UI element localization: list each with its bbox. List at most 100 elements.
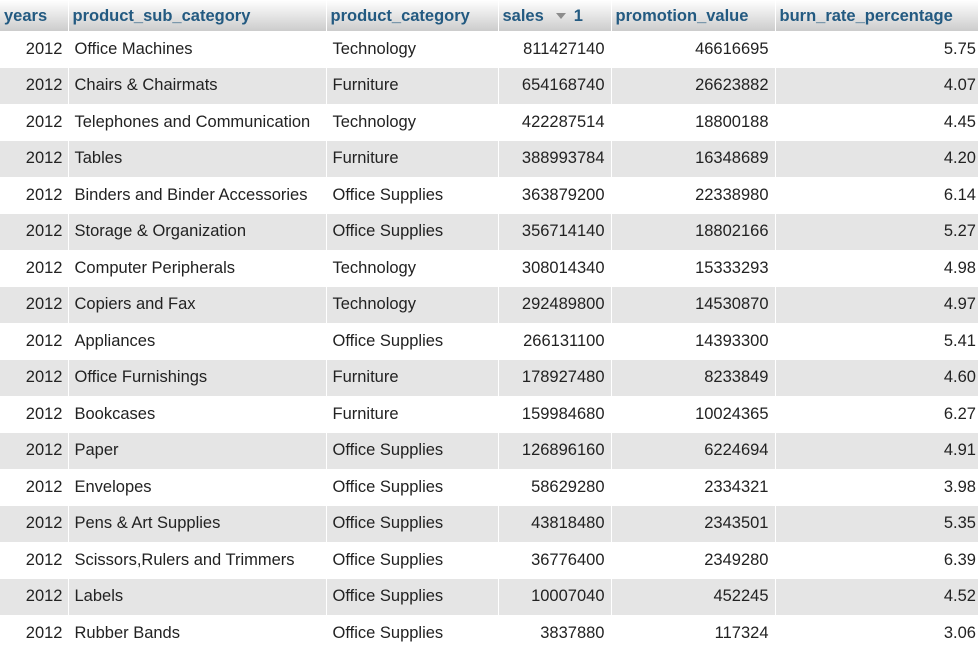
cell-years: 2012	[0, 140, 69, 177]
cell-sales: 126896160	[498, 432, 612, 469]
cell-sales: 266131100	[498, 323, 612, 360]
cell-product-category: Technology	[326, 286, 499, 323]
cell-sales: 10007040	[498, 578, 612, 615]
table-row[interactable]: 2012 Paper Office Supplies 126896160 6224694…	[0, 432, 978, 469]
cell-burn-rate-percentage: 4.98	[943, 258, 976, 277]
cell-promotion-value: 46616695	[611, 31, 776, 68]
cell-sales: 654168740	[498, 67, 612, 104]
cell-burn-rate-percentage: 3.06	[943, 623, 976, 642]
table-row[interactable]: 2012 Copiers and Fax Technology 292489800 14…	[0, 286, 978, 323]
cell-product-sub-category: Scissors,Rulers and Trimmers	[68, 542, 327, 579]
header-row: years product_sub_category product_categ…	[0, 0, 978, 31]
cell-sales: 356714140	[498, 213, 612, 250]
cell-years: 2012	[0, 505, 69, 542]
cell-years: 2012	[0, 359, 69, 396]
cell-years: 2012	[0, 286, 69, 323]
cell-promotion-value: 18802166	[611, 213, 776, 250]
cell-product-sub-category: Computer Peripherals	[68, 250, 327, 287]
table-header: years product_sub_category product_categ…	[0, 0, 978, 31]
cell-product-sub-category: Bookcases	[68, 396, 327, 433]
cell-promotion-value: 452245	[611, 578, 776, 615]
column-header-label: burn_rate_percentage	[779, 6, 953, 25]
cell-product-sub-category: Pens & Art Supplies	[68, 505, 327, 542]
table-row[interactable]: 2012 Office Machines Technology 811427140 46…	[0, 31, 978, 68]
column-header-product-sub-category[interactable]: product_sub_category	[68, 0, 327, 31]
table-row[interactable]: 2012 Appliances Office Supplies 266131100 14…	[0, 323, 978, 360]
table-row[interactable]: 2012 Envelopes Office Supplies 58629280 2334…	[0, 469, 978, 506]
column-header-burn-rate-percentage[interactable]: burn_rate_percentage	[775, 0, 978, 31]
table-row[interactable]: 2012 Labels Office Supplies 10007040 452245 4…	[0, 578, 978, 615]
table-row[interactable]: 2012 Chairs & Chairmats Furniture 654168740…	[0, 67, 978, 104]
cell-sales: 308014340	[498, 250, 612, 287]
table-row[interactable]: 2012 Bookcases Furniture 159984680 10024365 6…	[0, 396, 978, 433]
cell-years: 2012	[0, 323, 69, 360]
cell-years: 2012	[0, 432, 69, 469]
cell-promotion-value: 8233849	[611, 359, 776, 396]
table-row[interactable]: 2012 Storage & Organization Office Supplie…	[0, 213, 978, 250]
cell-product-sub-category: Storage & Organization	[68, 213, 327, 250]
cell-burn-rate-percentage: 4.20	[943, 149, 976, 168]
cell-promotion-value: 22338980	[611, 177, 776, 214]
table-row[interactable]: 2012 Scissors,Rulers and Trimmers Office S…	[0, 542, 978, 579]
cell-promotion-value: 18800188	[611, 104, 776, 141]
cell-years: 2012	[0, 615, 69, 652]
cell-burn-rate-percentage: 6.14	[943, 185, 976, 204]
cell-burn-rate-percentage: 4.97	[943, 295, 976, 314]
cell-burn-rate-percentage: 4.07	[943, 76, 976, 95]
column-header-label: product_category	[330, 6, 470, 25]
cell-burn-rate-percentage: 6.27	[943, 404, 976, 423]
cell-sales: 388993784	[498, 140, 612, 177]
column-header-years[interactable]: years	[0, 0, 69, 31]
cell-product-category: Furniture	[326, 359, 499, 396]
cell-burn-rate-percentage: 5.75	[943, 39, 976, 58]
cell-years: 2012	[0, 578, 69, 615]
table-row[interactable]: 2012 Tables Furniture 388993784 16348689 4.20	[0, 140, 978, 177]
cell-years: 2012	[0, 177, 69, 214]
cell-sales: 811427140	[498, 31, 612, 68]
cell-product-category: Office Supplies	[326, 432, 499, 469]
cell-promotion-value: 14393300	[611, 323, 776, 360]
column-header-sales[interactable]: sales 1	[498, 0, 612, 31]
cell-sales: 36776400	[498, 542, 612, 579]
cell-promotion-value: 10024365	[611, 396, 776, 433]
table-row[interactable]: 2012 Computer Peripherals Technology 308014…	[0, 250, 978, 287]
column-header-label: product_sub_category	[72, 6, 251, 25]
cell-years: 2012	[0, 31, 69, 68]
table-row[interactable]: 2012 Pens & Art Supplies Office Supplies 43…	[0, 505, 978, 542]
cell-product-sub-category: Office Furnishings	[68, 359, 327, 396]
cell-product-category: Furniture	[326, 396, 499, 433]
cell-product-sub-category: Chairs & Chairmats	[68, 67, 327, 104]
sort-descending-icon[interactable]	[555, 13, 566, 20]
table-body: 2012 Office Machines Technology 811427140 46…	[0, 31, 978, 652]
cell-product-sub-category: Office Machines	[68, 31, 327, 68]
cell-promotion-value: 14530870	[611, 286, 776, 323]
cell-product-category: Office Supplies	[326, 615, 499, 652]
cell-product-sub-category: Telephones and Communication	[68, 104, 327, 141]
cell-product-category: Office Supplies	[326, 542, 499, 579]
cell-burn-rate-percentage: 6.39	[943, 550, 976, 569]
cell-sales: 422287514	[498, 104, 612, 141]
table-row[interactable]: 2012 Binders and Binder Accessories Office…	[0, 177, 978, 214]
table-row[interactable]: 2012 Rubber Bands Office Supplies 3837880 11…	[0, 615, 978, 652]
cell-product-category: Technology	[326, 250, 499, 287]
cell-years: 2012	[0, 104, 69, 141]
cell-promotion-value: 2334321	[611, 469, 776, 506]
cell-sales: 363879200	[498, 177, 612, 214]
cell-product-sub-category: Appliances	[68, 323, 327, 360]
cell-years: 2012	[0, 469, 69, 506]
cell-promotion-value: 6224694	[611, 432, 776, 469]
column-header-product-category[interactable]: product_category	[326, 0, 499, 31]
table-row[interactable]: 2012 Office Furnishings Furniture 178927480…	[0, 359, 978, 396]
cell-product-sub-category: Rubber Bands	[68, 615, 327, 652]
cell-sales: 178927480	[498, 359, 612, 396]
column-header-promotion-value[interactable]: promotion_value	[611, 0, 776, 31]
cell-product-sub-category: Labels	[68, 578, 327, 615]
cell-product-category: Office Supplies	[326, 323, 499, 360]
column-header-label: sales	[502, 6, 544, 25]
cell-years: 2012	[0, 396, 69, 433]
column-header-label: years	[4, 6, 48, 25]
cell-years: 2012	[0, 542, 69, 579]
cell-product-category: Furniture	[326, 67, 499, 104]
table-row[interactable]: 2012 Telephones and Communication Technolo…	[0, 104, 978, 141]
cell-sales: 43818480	[498, 505, 612, 542]
